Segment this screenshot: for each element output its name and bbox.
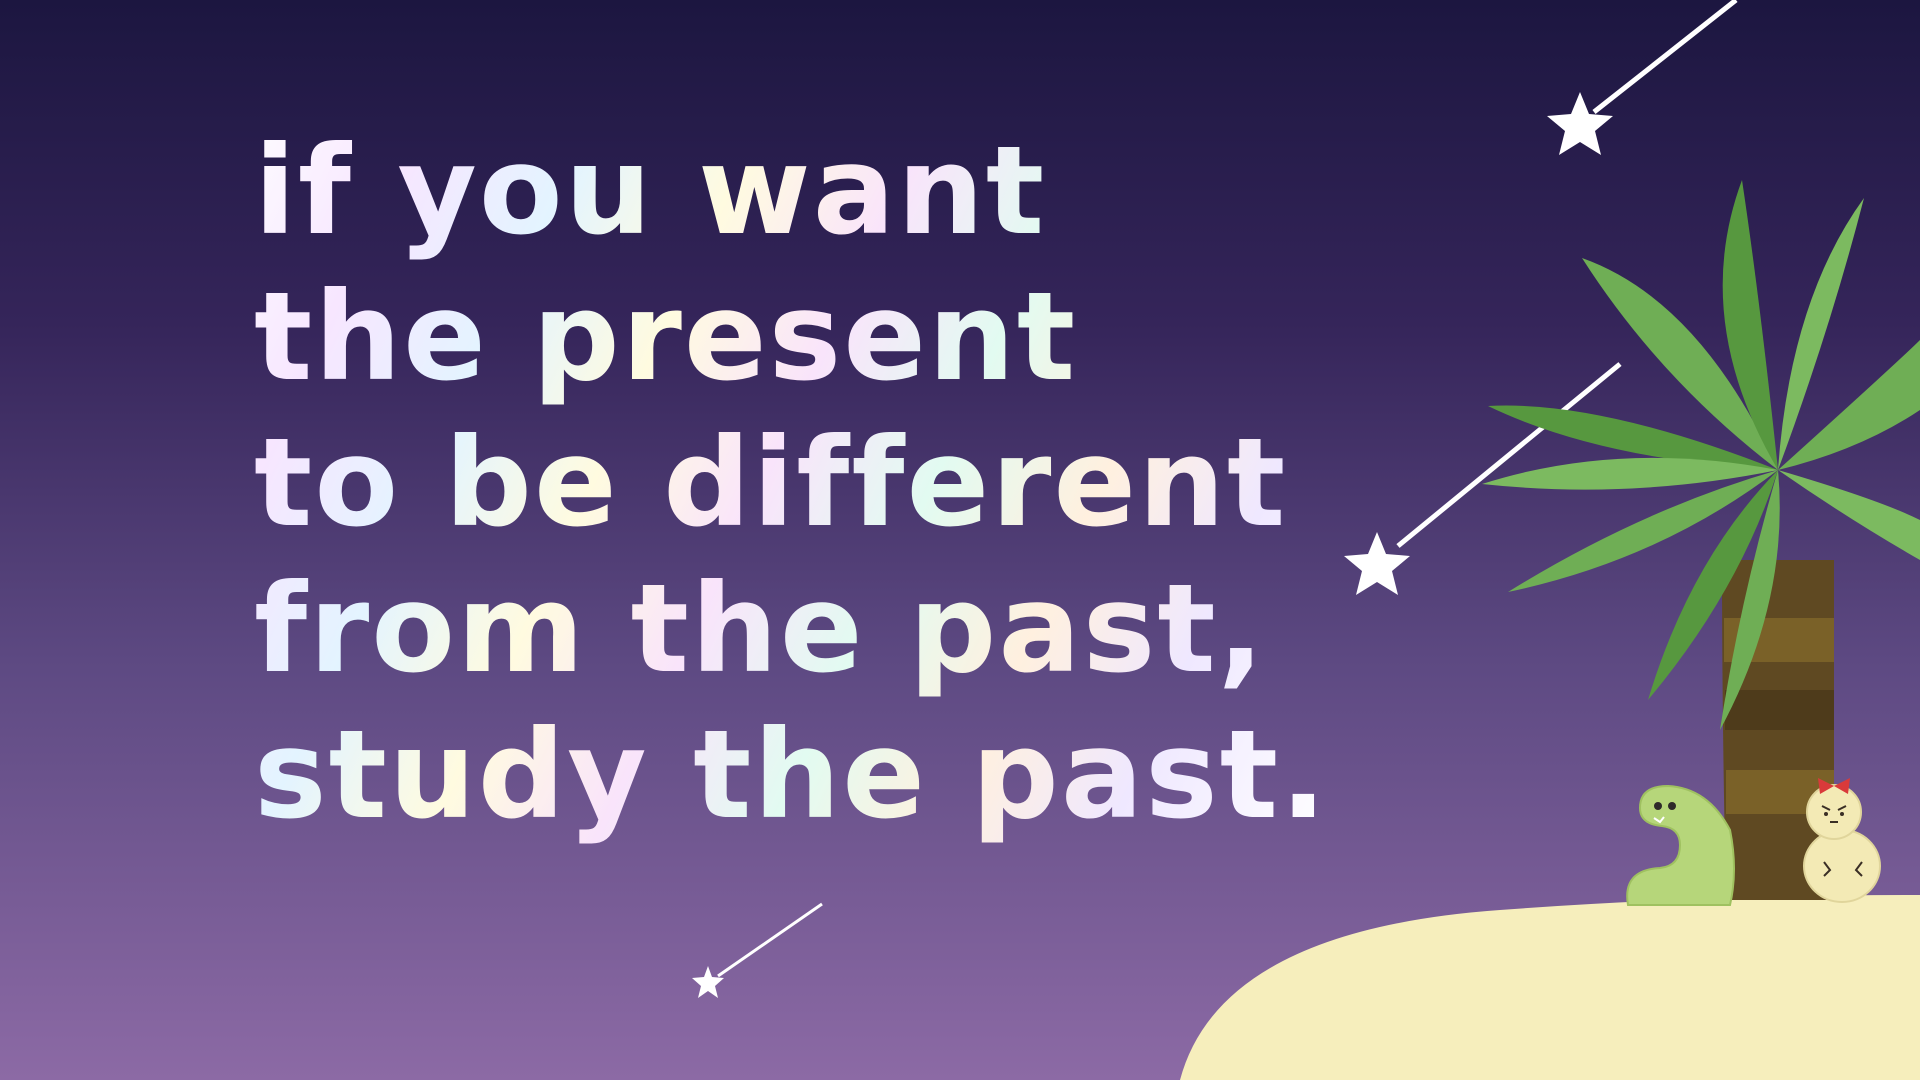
quote-line: if you want (254, 120, 1047, 262)
quote-text: if you want the present to be different … (254, 118, 1328, 848)
star-icon (1547, 92, 1613, 155)
slide-canvas: if you want the present to be different … (0, 0, 1920, 1080)
star-trail (1396, 362, 1622, 548)
star-icon (692, 966, 724, 998)
shooting-star-bottom (692, 902, 823, 998)
chick-character (1803, 778, 1881, 903)
quote-line: from the past, (254, 558, 1266, 700)
worm-character (1626, 784, 1735, 906)
quote-line: the present (254, 266, 1078, 408)
star-trail (717, 902, 823, 978)
shooting-star-top-right (1547, 0, 1738, 155)
quote-line: to be different (254, 412, 1288, 554)
quote-line: study the past. (254, 704, 1329, 846)
star-trail (1592, 0, 1738, 114)
palm-tree (1482, 180, 1920, 900)
palm-leaves (1482, 180, 1920, 730)
sand-island (1180, 895, 1920, 1080)
